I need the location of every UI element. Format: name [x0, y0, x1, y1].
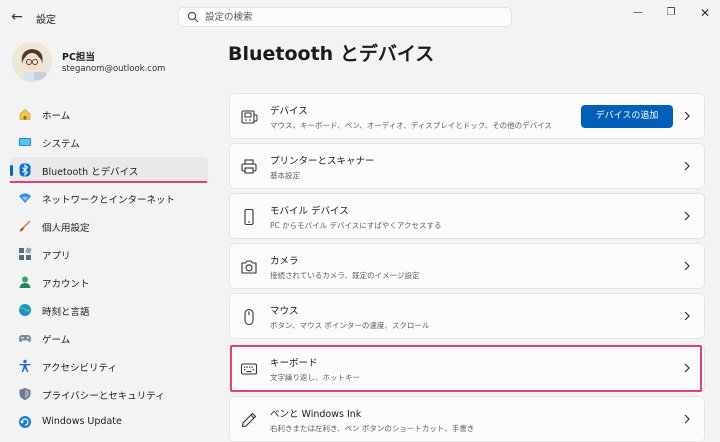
accounts-icon: [19, 276, 31, 288]
title-bar: ← 設定 — ❐ ✕: [0, 0, 720, 34]
card-subtitle: 基本設定: [270, 171, 300, 180]
home-icon: [19, 109, 31, 120]
sidebar-item-label: 時刻と言語: [42, 307, 90, 318]
sidebar-item-label: アプリ: [42, 251, 71, 262]
card-pen-windows-ink[interactable]: ペンと Windows Ink 右利きまたは左利き、ペン ボタンのショートカット…: [229, 396, 705, 442]
printer-icon: [241, 159, 257, 174]
pen-icon: [241, 412, 257, 428]
card-camera[interactable]: カメラ 接続されているカメラ、既定のイメージ設定: [229, 243, 705, 289]
chevron-right-icon: [684, 211, 690, 221]
sidebar-item-label: システム: [42, 139, 80, 150]
sidebar-item-label: アカウント: [42, 279, 90, 290]
search-box[interactable]: [178, 7, 512, 27]
sidebar-item-windows-update[interactable]: Windows Update: [10, 409, 208, 435]
user-name: PC担当: [62, 52, 95, 63]
mouse-icon: [244, 308, 254, 326]
sidebar-item-label: プライバシーとセキュリティ: [42, 391, 165, 402]
card-title: ペンと Windows Ink: [270, 409, 362, 420]
sidebar-item-label: ホーム: [42, 111, 71, 122]
gaming-icon: [19, 335, 31, 342]
back-arrow-icon[interactable]: ←: [8, 9, 26, 25]
app-title: 設定: [36, 15, 56, 26]
sidebar-item-apps[interactable]: アプリ: [10, 241, 208, 267]
user-email: steganom@outlook.com: [62, 64, 166, 74]
keyboard-highlight-box: [230, 345, 702, 392]
sidebar-item-gaming[interactable]: ゲーム: [10, 325, 208, 351]
network-icon: [19, 193, 31, 203]
card-subtitle: マウス、キーボード、ペン、オーディオ、ディスプレイとドック、その他のデバイス: [270, 121, 552, 130]
camera-icon: [241, 260, 257, 274]
minimize-icon[interactable]: —: [626, 5, 650, 21]
windows-update-icon: [19, 416, 31, 428]
chevron-right-icon: [684, 161, 690, 171]
chevron-right-icon: [684, 311, 690, 321]
card-title: デバイス: [270, 106, 308, 117]
sidebar-item-bluetooth[interactable]: Bluetooth とデバイス: [10, 157, 208, 183]
chevron-right-icon: [684, 261, 690, 271]
card-mouse[interactable]: マウス ボタン、マウス ポインターの速度、スクロール: [229, 293, 705, 339]
time-language-icon: [19, 304, 31, 316]
sidebar-item-personalization[interactable]: 個人用設定: [10, 213, 208, 239]
card-printers-scanners[interactable]: プリンターとスキャナー 基本設定: [229, 143, 705, 189]
avatar: [12, 42, 52, 82]
sidebar-item-home[interactable]: ホーム: [10, 101, 208, 127]
sidebar-item-label: ゲーム: [42, 335, 71, 346]
card-subtitle: ボタン、マウス ポインターの速度、スクロール: [270, 321, 430, 330]
bluetooth-icon: [19, 163, 31, 177]
sidebar-item-label: アクセシビリティ: [42, 363, 117, 374]
devices-icon: [241, 110, 258, 124]
sidebar-item-label: ネットワークとインターネット: [42, 195, 176, 206]
card-devices[interactable]: デバイス マウス、キーボード、ペン、オーディオ、ディスプレイとドック、その他のデ…: [229, 93, 705, 139]
system-icon: [19, 138, 31, 146]
maximize-icon[interactable]: ❐: [659, 5, 683, 21]
card-title: カメラ: [270, 256, 299, 267]
page-title: Bluetooth とデバイス: [228, 43, 435, 65]
card-subtitle: 右利きまたは左利き、ペン ボタンのショートカット、手書き: [270, 424, 475, 433]
card-title: モバイル デバイス: [270, 206, 349, 217]
search-icon: [187, 11, 199, 23]
add-device-button[interactable]: デバイスの追加: [581, 105, 673, 128]
card-title: プリンターとスキャナー: [270, 156, 375, 167]
card-subtitle: 接続されているカメラ、既定のイメージ設定: [270, 271, 420, 280]
sidebar-item-label: Windows Update: [42, 416, 122, 427]
sidebar-item-label: Bluetooth とデバイス: [42, 167, 139, 178]
chevron-right-icon: [684, 414, 690, 424]
privacy-icon: [19, 388, 31, 400]
sidebar-item-accessibility[interactable]: アクセシビリティ: [10, 353, 208, 379]
card-title: マウス: [270, 306, 299, 317]
sidebar-item-network[interactable]: ネットワークとインターネット: [10, 185, 208, 211]
search-input[interactable]: [205, 8, 505, 26]
sidebar-item-system[interactable]: システム: [10, 129, 208, 155]
phone-icon: [244, 208, 254, 226]
highlight-underline: [10, 181, 207, 183]
apps-icon: [19, 247, 32, 260]
personalization-icon: [19, 220, 31, 232]
accessibility-icon: [19, 359, 31, 372]
sidebar-item-label: 個人用設定: [42, 223, 90, 234]
close-icon[interactable]: ✕: [693, 5, 717, 21]
sidebar-item-time-language[interactable]: 時刻と言語: [10, 297, 208, 323]
card-mobile-devices[interactable]: モバイル デバイス PC からモバイル デバイスにすばやくアクセスする: [229, 193, 705, 239]
active-indicator: [10, 165, 13, 176]
chevron-right-icon: [684, 111, 690, 121]
card-subtitle: PC からモバイル デバイスにすばやくアクセスする: [270, 221, 442, 230]
sidebar-item-privacy[interactable]: プライバシーとセキュリティ: [10, 381, 208, 407]
sidebar-item-accounts[interactable]: アカウント: [10, 269, 208, 295]
